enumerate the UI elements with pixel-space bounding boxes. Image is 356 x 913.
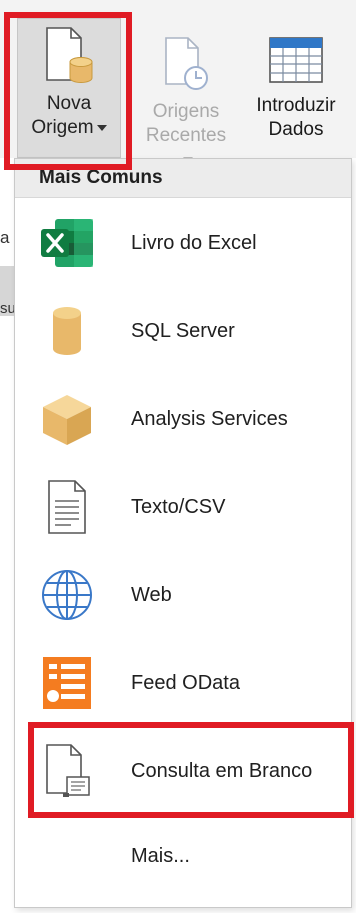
menu-item-label: Texto/CSV: [131, 496, 226, 518]
menu-item-text-csv[interactable]: Texto/CSV: [15, 463, 351, 551]
recent-sources-label-line1: Origens: [152, 101, 220, 122]
menu-item-web[interactable]: Web: [15, 551, 351, 639]
recent-sources-button[interactable]: Origens Recentes: [140, 10, 232, 172]
globe-icon: [42, 570, 92, 620]
database-icon: [53, 307, 81, 355]
menu-item-label: SQL Server: [131, 320, 235, 342]
menu-item-label: Livro do Excel: [131, 232, 257, 254]
enter-data-button[interactable]: Introduzir Dados: [240, 10, 352, 142]
highlight-box-blank-query: [28, 722, 354, 818]
highlight-box-new-source: [4, 12, 132, 170]
enter-data-label-line1: Introduzir: [256, 95, 336, 116]
menu-item-label: Mais...: [131, 845, 190, 867]
cube-icon: [43, 395, 91, 445]
menu-item-sql-server[interactable]: SQL Server: [15, 287, 351, 375]
menu-item-label: Analysis Services: [131, 408, 288, 430]
menu-item-excel-workbook[interactable]: Livro do Excel: [15, 199, 351, 287]
menu-item-label: Web: [131, 584, 172, 606]
menu-item-label: Feed OData: [131, 672, 240, 694]
table-icon: [269, 37, 323, 83]
recent-sources-icon: [165, 37, 208, 90]
menu-item-odata-feed[interactable]: Feed OData: [15, 639, 351, 727]
menu-item-analysis-services[interactable]: Analysis Services: [15, 375, 351, 463]
enter-data-label-line2: Dados: [268, 119, 324, 140]
odata-icon: [43, 657, 91, 709]
text-file-icon: [48, 480, 86, 534]
excel-icon: [41, 219, 93, 267]
menu-item-more[interactable]: Mais...: [15, 819, 351, 893]
